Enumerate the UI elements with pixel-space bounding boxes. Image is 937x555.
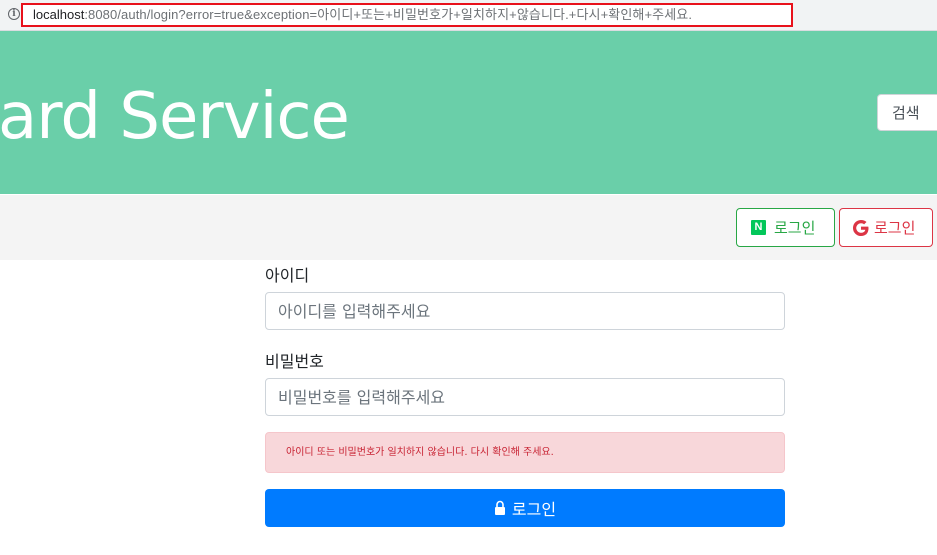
google-login-button[interactable]: 로그인	[839, 208, 933, 247]
naver-login-label: 로그인	[774, 219, 816, 237]
url-field[interactable]: localhost:8080/auth/login?error=true&exc…	[21, 3, 793, 27]
browser-address-bar: i localhost:8080/auth/login?error=true&e…	[0, 0, 937, 31]
login-submit-button[interactable]: 로그인	[265, 489, 785, 527]
info-icon[interactable]: i	[8, 8, 20, 20]
url-host: localhost	[33, 7, 85, 22]
navbar: N 로그인 로그인	[0, 195, 937, 260]
login-submit-label: 로그인	[511, 500, 557, 519]
google-login-label: 로그인	[874, 219, 916, 237]
error-alert: 아이디 또는 비밀번호가 일치하지 않습니다. 다시 확인해 주세요.	[265, 432, 785, 473]
google-icon	[853, 219, 869, 236]
url-path: :8080/auth/login?error=true&exception=아이…	[84, 7, 693, 22]
header-banner: ard Service 검색	[0, 31, 937, 194]
password-input[interactable]	[265, 378, 785, 416]
id-label: 아이디	[265, 266, 310, 285]
id-input[interactable]	[265, 292, 785, 330]
lock-icon	[494, 500, 505, 515]
brand-title[interactable]: ard Service	[0, 77, 350, 157]
password-label: 비밀번호	[265, 352, 324, 371]
naver-icon: N	[751, 220, 766, 235]
search-button[interactable]: 검색	[877, 94, 937, 131]
naver-login-button[interactable]: N 로그인	[736, 208, 835, 247]
